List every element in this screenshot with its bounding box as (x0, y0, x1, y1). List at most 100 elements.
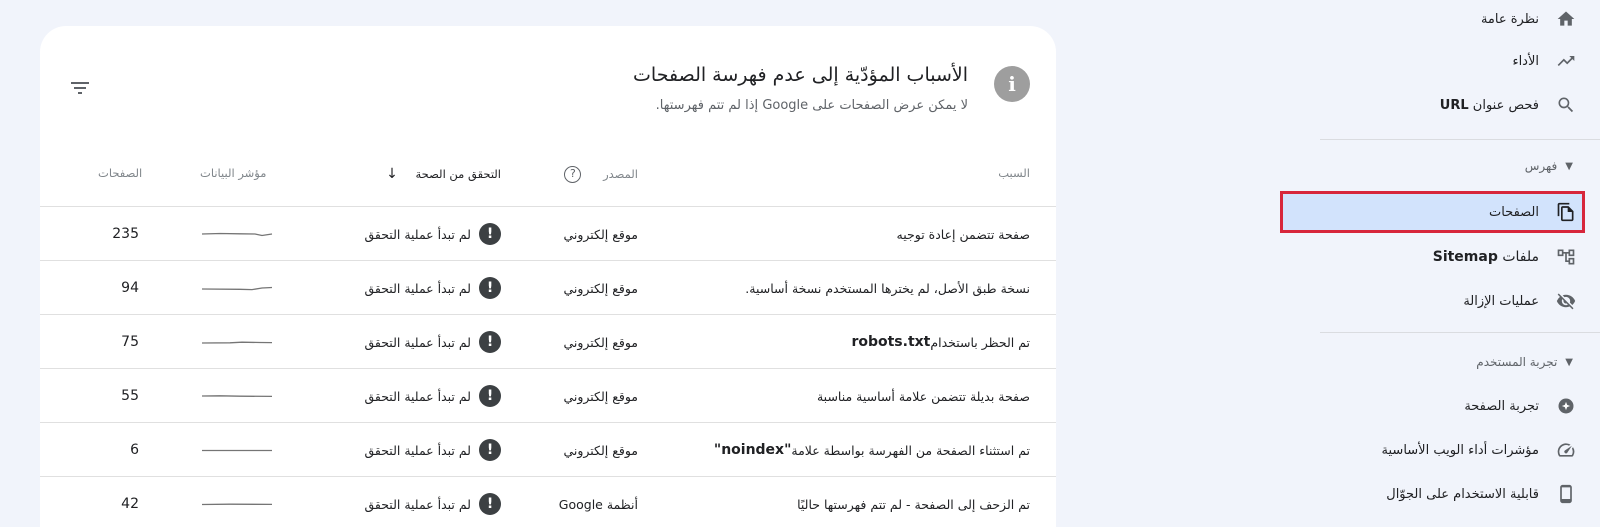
reason-text-bold: robots.txt (851, 334, 931, 350)
warning-icon: ! (479, 385, 501, 407)
validation-label: لم تبدأ عملية التحقق (364, 496, 471, 512)
sparkline (200, 261, 274, 315)
validation-label: لم تبدأ عملية التحقق (364, 334, 471, 350)
sidebar-item-label: تجربة الصفحة (1464, 398, 1539, 414)
trending-up-icon (1555, 50, 1577, 72)
table-row[interactable]: تم الزحف إلى الصفحة - لم تتم فهرستها حال… (40, 476, 1056, 527)
validation-label: لم تبدأ عملية التحقق (364, 226, 471, 242)
sitemap-icon (1555, 246, 1577, 268)
phone-icon (1555, 483, 1577, 505)
section-label: فهرس (1524, 159, 1558, 173)
section-index-toggle[interactable]: ▼ فهرس (1280, 154, 1585, 178)
validation-cell: ! لم تبدأ عملية التحقق (364, 207, 501, 261)
pages-icon (1555, 201, 1577, 223)
pages-count: 55 (121, 388, 139, 404)
not-indexed-reasons-card: i الأسباب المؤدّية إلى عدم فهرسة الصفحات… (40, 26, 1056, 527)
pages-count: 42 (121, 496, 139, 512)
plus-circle-icon (1555, 395, 1577, 417)
section-label: تجربة المستخدم (1476, 355, 1558, 369)
visibility-off-icon (1555, 290, 1577, 312)
validation-cell: ! لم تبدأ عملية التحقق (364, 423, 501, 477)
validation-cell: ! لم تبدأ عملية التحقق (364, 261, 501, 315)
card-subtitle: لا يمكن عرض الصفحات على Google إذا لم تت… (655, 98, 968, 113)
table-header: السبب المصدر ? التحقق من الصحة ↓ مؤشر ال… (40, 166, 1056, 206)
sparkline (200, 423, 274, 477)
source-cell: موقع إلكتروني (563, 442, 638, 458)
validation-label: لم تبدأ عملية التحقق (364, 442, 471, 458)
pages-count: 94 (121, 280, 139, 296)
search-icon (1555, 94, 1577, 116)
table-row[interactable]: صفحة بديلة تتضمن علامة أساسية مناسبة موق… (40, 368, 1056, 422)
sidebar-item-pages[interactable]: الصفحات (1280, 191, 1585, 233)
sparkline (200, 315, 274, 369)
column-header-pages[interactable]: الصفحات (98, 166, 142, 180)
sidebar-item-label: ملفات (1502, 249, 1539, 265)
sidebar-item-page-experience[interactable]: تجربة الصفحة (1280, 387, 1585, 425)
warning-icon: ! (479, 277, 501, 299)
column-header-trend[interactable]: مؤشر البيانات (200, 166, 266, 180)
warning-icon: ! (479, 331, 501, 353)
sidebar-item-performance[interactable]: الأداء (1280, 42, 1585, 80)
sparkline (200, 369, 274, 423)
validation-label: لم تبدأ عملية التحقق (364, 388, 471, 404)
reason-cell: تم الحظر باستخدام robots.txt (851, 315, 1030, 369)
caret-down-icon: ▼ (1565, 356, 1573, 368)
sidebar: نظرة عامة الأداء فحص عنوان URL ▼ فهرس ال… (1274, 0, 1600, 527)
sidebar-item-label-bold: URL (1439, 97, 1469, 113)
column-header-source[interactable]: المصدر ? (564, 166, 638, 183)
source-cell: موقع إلكتروني (563, 226, 638, 242)
column-header-reason[interactable]: السبب (998, 166, 1030, 180)
validation-cell: ! لم تبدأ عملية التحقق (364, 477, 501, 527)
info-icon: i (994, 66, 1030, 102)
section-experience-toggle[interactable]: ▼ تجربة المستخدم (1280, 350, 1585, 374)
pages-count: 6 (130, 442, 139, 458)
help-icon[interactable]: ? (564, 166, 582, 183)
sidebar-item-removals[interactable]: عمليات الإزالة (1280, 282, 1585, 320)
source-cell: موقع إلكتروني (563, 334, 638, 350)
divider (1320, 332, 1600, 333)
sidebar-item-sitemaps[interactable]: ملفات Sitemap (1280, 238, 1585, 276)
sidebar-item-label: قابلية الاستخدام على الجوّال (1386, 486, 1539, 502)
table-row[interactable]: صفحة تتضمن إعادة توجيه موقع إلكتروني ! ل… (40, 206, 1056, 260)
validation-label: لم تبدأ عملية التحقق (364, 280, 471, 296)
sidebar-item-label-bold: Sitemap (1432, 249, 1498, 265)
column-header-source-label: المصدر (603, 167, 638, 181)
sidebar-item-url-inspection[interactable]: فحص عنوان URL (1280, 86, 1585, 124)
reason-cell: تم الزحف إلى الصفحة - لم تتم فهرستها حال… (797, 496, 1030, 512)
validation-cell: ! لم تبدأ عملية التحقق (364, 369, 501, 423)
reason-cell: نسخة طبق الأصل، لم يخترها المستخدم نسخة … (745, 280, 1030, 296)
card-header: i الأسباب المؤدّية إلى عدم فهرسة الصفحات… (40, 26, 1056, 166)
column-header-validation-label: التحقق من الصحة (415, 167, 502, 181)
column-header-validation[interactable]: التحقق من الصحة ↓ (386, 166, 501, 182)
home-icon (1555, 8, 1577, 30)
sidebar-item-core-web-vitals[interactable]: مؤشرات أداء الويب الأساسية (1280, 431, 1585, 469)
source-cell: موقع إلكتروني (563, 388, 638, 404)
source-cell: موقع إلكتروني (563, 280, 638, 296)
sidebar-item-label: مؤشرات أداء الويب الأساسية (1381, 442, 1539, 458)
sidebar-item-overview[interactable]: نظرة عامة (1280, 0, 1585, 38)
warning-icon: ! (479, 223, 501, 245)
sidebar-item-label: الصفحات (1488, 204, 1539, 220)
table-row[interactable]: نسخة طبق الأصل، لم يخترها المستخدم نسخة … (40, 260, 1056, 314)
caret-down-icon: ▼ (1565, 160, 1573, 172)
table-row[interactable]: تم الحظر باستخدام robots.txt موقع إلكترو… (40, 314, 1056, 368)
sidebar-item-label: فحص عنوان (1472, 97, 1539, 113)
table-row[interactable]: تم استثناء الصفحة من الفهرسة بواسطة علام… (40, 422, 1056, 476)
reason-text-bold: "noindex" (713, 442, 792, 458)
sidebar-item-label: الأداء (1512, 53, 1539, 69)
reason-text: تم الحظر باستخدام (930, 334, 1030, 350)
source-cell: أنظمة Google (558, 496, 638, 512)
reason-cell: تم استثناء الصفحة من الفهرسة بواسطة علام… (714, 423, 1030, 477)
sidebar-item-mobile-usability[interactable]: قابلية الاستخدام على الجوّال (1280, 475, 1585, 513)
filter-icon[interactable] (68, 76, 92, 100)
sidebar-item-label: عمليات الإزالة (1463, 293, 1539, 309)
sparkline (200, 207, 274, 261)
validation-cell: ! لم تبدأ عملية التحقق (364, 315, 501, 369)
speed-icon (1555, 439, 1577, 461)
pages-count: 75 (121, 334, 139, 350)
sidebar-item-label: نظرة عامة (1480, 11, 1539, 27)
pages-count: 235 (112, 226, 139, 242)
reason-text: تم استثناء الصفحة من الفهرسة بواسطة علام… (791, 442, 1030, 458)
sort-arrow-down-icon: ↓ (386, 166, 398, 182)
warning-icon: ! (479, 493, 501, 515)
